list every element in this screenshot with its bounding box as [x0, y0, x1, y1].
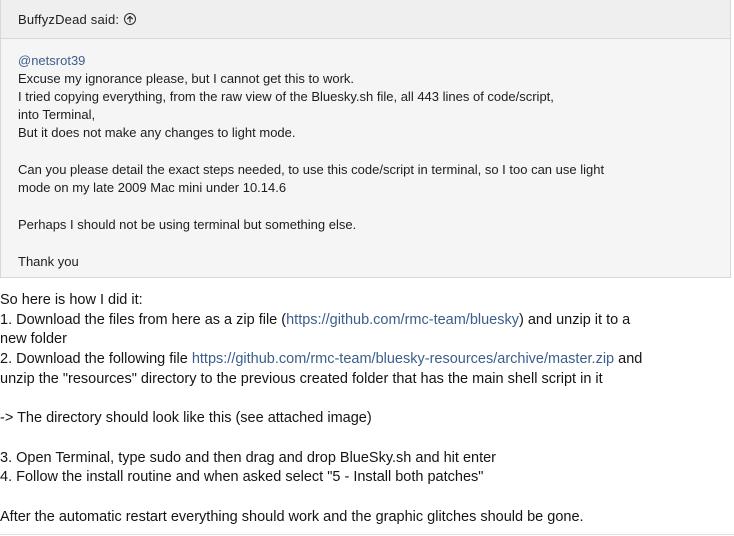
step-1-text-end: ) and unzip it to a — [519, 311, 631, 328]
quote-header: BuffyzDead said: — [1, 0, 730, 39]
step-2: 2. Download the following file https://g… — [0, 350, 734, 370]
quote-thanks: Thank you — [18, 254, 79, 269]
quote-line: Can you please detail the exact steps ne… — [18, 162, 605, 177]
user-mention-link[interactable]: @netsrot39 — [18, 53, 85, 68]
quote-line: Perhaps I should not be using terminal b… — [18, 217, 357, 232]
step-4: 4. Follow the install routine and when a… — [0, 469, 484, 486]
quote-line: I tried copying everything, from the raw… — [18, 89, 554, 104]
bluesky-repo-link[interactable]: https://github.com/rmc-team/bluesky — [286, 312, 519, 328]
quote-body: @netsrot39 Excuse my ignorance please, b… — [1, 39, 730, 271]
directory-note: -> The directory should look like this (… — [0, 410, 372, 427]
resources-zip-link[interactable]: https://github.com/rmc-team/bluesky-reso… — [192, 351, 614, 367]
divider — [0, 534, 734, 535]
quote-line: Excuse my ignorance please, but I cannot… — [18, 71, 355, 86]
step-1-text: 1. Download the files from here as a zip… — [0, 311, 287, 328]
step-2-continued: unzip the "resources" directory to the p… — [0, 370, 603, 387]
step-3: 3. Open Terminal, type sudo and then dra… — [0, 449, 497, 466]
step-1: 1. Download the files from here as a zip… — [0, 311, 734, 331]
arrow-up-circle-icon[interactable] — [124, 13, 137, 25]
quote-line: mode on my late 2009 Mac mini under 10.1… — [18, 180, 287, 195]
step-2-text: 2. Download the following file — [0, 351, 192, 368]
step-2-text-end: and — [614, 351, 643, 368]
step-1-continued: new folder — [0, 331, 67, 348]
quote-block: BuffyzDead said: @netsrot39 Excuse my ig… — [0, 0, 731, 278]
quote-author[interactable]: BuffyzDead said: — [18, 12, 119, 27]
closing-line: After the automatic restart everything s… — [0, 508, 584, 525]
quote-line: But it does not make any changes to ligh… — [18, 125, 296, 140]
quote-line: into Terminal, — [18, 107, 96, 122]
reply-intro: So here is how I did it: — [0, 292, 143, 308]
reply-body: So here is how I did it: 1. Download the… — [0, 291, 734, 527]
